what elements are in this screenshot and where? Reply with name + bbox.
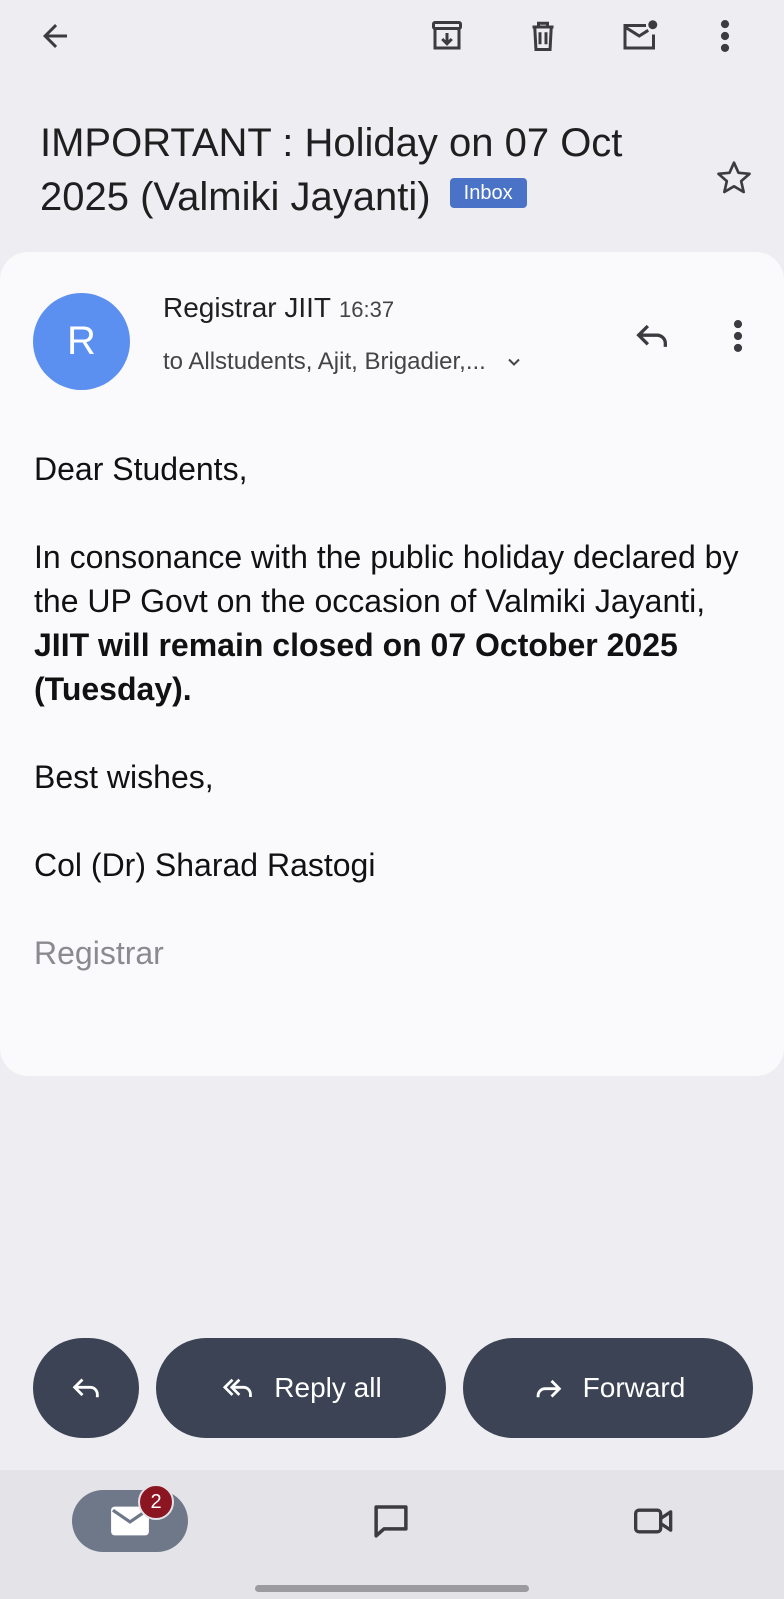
reply-button[interactable] bbox=[33, 1338, 139, 1438]
gesture-handle[interactable] bbox=[255, 1585, 529, 1592]
archive-icon[interactable] bbox=[423, 12, 471, 60]
signature-role: Registrar bbox=[34, 935, 164, 971]
reply-icon[interactable] bbox=[628, 312, 676, 360]
back-arrow-icon[interactable] bbox=[31, 12, 79, 60]
message-card: R Registrar JIIT 16:37 to Allstudents, Aj… bbox=[0, 252, 784, 1076]
mark-unread-icon[interactable] bbox=[616, 12, 664, 60]
chat-icon[interactable] bbox=[367, 1497, 415, 1545]
sender-line: Registrar JIIT 16:37 bbox=[163, 292, 394, 324]
reply-all-label: Reply all bbox=[274, 1372, 382, 1403]
message-more-icon[interactable] bbox=[714, 312, 762, 360]
forward-label: Forward bbox=[582, 1372, 686, 1403]
video-call-icon[interactable] bbox=[630, 1497, 678, 1545]
trash-icon[interactable] bbox=[519, 12, 567, 60]
reply-all-icon bbox=[220, 1371, 256, 1405]
subject-title: IMPORTANT : Holiday on 07 Oct 2025 (Valm… bbox=[40, 121, 623, 219]
star-icon[interactable] bbox=[710, 154, 758, 202]
closing: Best wishes, bbox=[34, 759, 214, 795]
signature-name: Col (Dr) Sharad Rastogi bbox=[34, 847, 376, 883]
avatar-letter: R bbox=[67, 319, 96, 363]
forward-button[interactable]: Forward bbox=[463, 1338, 753, 1438]
main-paragraph: In consonance with the public holiday de… bbox=[34, 535, 754, 711]
message-actions: Reply all Forward bbox=[0, 1338, 784, 1438]
recipients-toggle[interactable]: to Allstudents, Ajit, Brigadier,... bbox=[163, 348, 524, 376]
message-time: 16:37 bbox=[339, 297, 395, 322]
sender-name[interactable]: Registrar JIIT bbox=[163, 292, 331, 323]
top-app-bar bbox=[0, 0, 784, 72]
forward-icon bbox=[531, 1371, 565, 1405]
reply-all-button[interactable]: Reply all bbox=[156, 1338, 446, 1438]
chevron-down-icon bbox=[504, 352, 524, 372]
reply-icon bbox=[69, 1371, 103, 1405]
message-body: Dear Students, In consonance with the pu… bbox=[34, 447, 754, 1019]
paragraph-text: In consonance with the public holiday de… bbox=[34, 539, 739, 619]
bottom-navigation: 2 bbox=[0, 1470, 784, 1599]
sender-avatar[interactable]: R bbox=[33, 293, 130, 390]
more-options-icon[interactable] bbox=[701, 12, 749, 60]
unread-count-badge: 2 bbox=[138, 1484, 174, 1520]
email-subject: IMPORTANT : Holiday on 07 Oct 2025 (Valm… bbox=[40, 116, 700, 224]
recipients-text: to Allstudents, Ajit, Brigadier,... bbox=[163, 348, 486, 375]
paragraph-bold-text: JIIT will remain closed on 07 October 20… bbox=[34, 627, 678, 707]
inbox-label-badge[interactable]: Inbox bbox=[449, 178, 527, 209]
greeting: Dear Students, bbox=[34, 451, 248, 487]
